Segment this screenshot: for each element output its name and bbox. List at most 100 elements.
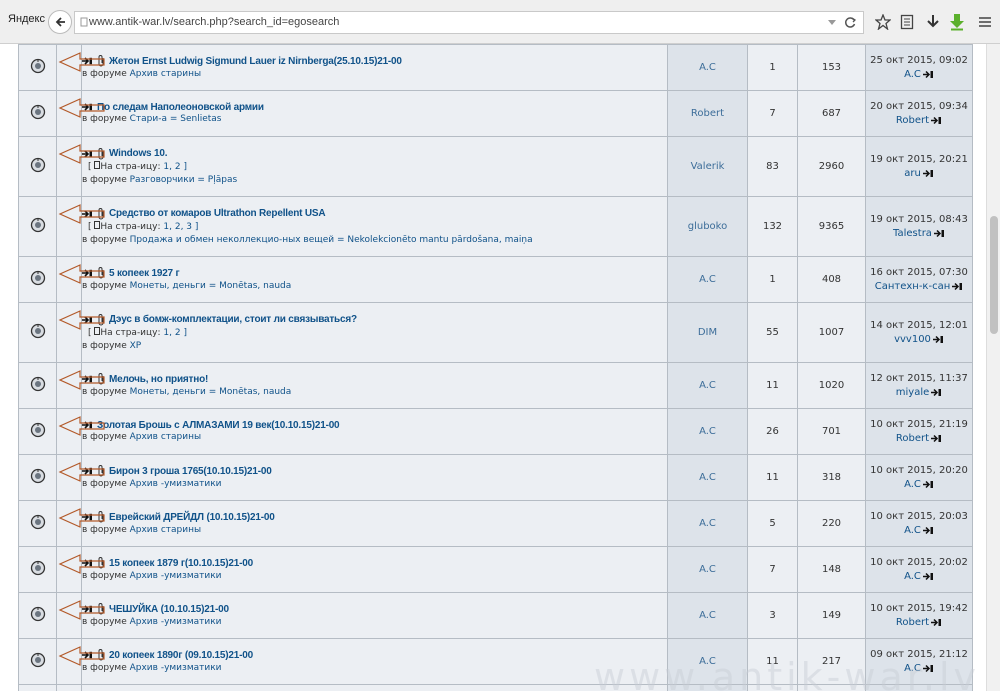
replies-count: 1	[747, 256, 798, 303]
last-post-author[interactable]: A.C	[904, 478, 934, 492]
last-post-icon[interactable]	[931, 434, 942, 443]
topic-cell: 15 копеек 1879 г(10.10.15)21-00 в форуме…	[58, 546, 668, 593]
scrollbar[interactable]	[986, 44, 1000, 691]
page-links[interactable]: 1, 2, 3 ]	[163, 222, 198, 232]
last-post-icon[interactable]	[931, 388, 942, 397]
last-post-icon[interactable]	[922, 169, 934, 178]
topic-title-link[interactable]: Дэус в бомж-комплектации, стоит ли связы…	[109, 314, 357, 325]
replies-count: 5	[747, 500, 798, 547]
forum-link[interactable]: XP	[130, 341, 142, 351]
last-post-author[interactable]: A.C	[904, 570, 934, 584]
author-link[interactable]: A.C	[667, 546, 748, 593]
forum-link[interactable]: Продажа и обмен неколлекцио-ных вещей = …	[130, 235, 533, 245]
topic-icon-cell	[18, 408, 57, 455]
forum-link[interactable]: Архив старины	[130, 525, 201, 535]
author-link[interactable]: gluboko	[667, 196, 748, 257]
topic-status-icon	[30, 514, 45, 530]
last-post-author[interactable]: A.C	[904, 662, 934, 676]
topic-row: Еврейский ДРЕЙДЛ (10.10.15)21-00 в форум…	[18, 500, 973, 547]
last-post-author[interactable]: A.C	[904, 524, 934, 538]
green-download-icon[interactable]	[948, 13, 966, 31]
forum-link[interactable]: Архив -умизматики	[130, 571, 222, 581]
topic-title-link[interactable]: Windows 10.	[109, 148, 167, 159]
forum-link[interactable]: Архив -умизматики	[130, 663, 222, 673]
page-links[interactable]: 1, 2 ]	[163, 328, 187, 338]
topic-title-link[interactable]: 5 копеек 1927 г	[109, 268, 180, 279]
last-post-author[interactable]: Robert	[896, 616, 942, 630]
author-link[interactable]: A.C	[667, 638, 748, 685]
author-link[interactable]: A.C	[667, 44, 748, 91]
topic-title-link[interactable]: 15 копеек 1879 г(10.10.15)21-00	[109, 558, 253, 569]
forum-link[interactable]: Монеты, деньги = Monētas, nauda	[130, 387, 292, 397]
last-post-author[interactable]: Talestra	[893, 227, 945, 241]
last-post-icon[interactable]	[932, 335, 944, 344]
last-post-author[interactable]: Robert	[896, 114, 942, 128]
last-post-cell: 14 окт 2015, 12:01 vvv100	[865, 302, 973, 363]
topic-title-link[interactable]: Еврейский ДРЕЙДЛ (10.10.15)21-00	[109, 512, 275, 523]
topic-title-link[interactable]: По следам Наполеоновской армии	[97, 102, 264, 113]
author-link[interactable]: A.C	[667, 592, 748, 639]
last-post-author[interactable]: vvv100	[894, 333, 944, 347]
title-line: Жетон Ernst Ludwig Sigmund Lauer iz Nirn…	[82, 54, 667, 68]
forum-link[interactable]: Архив старины	[130, 432, 201, 442]
chevron-down-icon[interactable]	[827, 17, 837, 27]
author-link[interactable]: A.C	[667, 454, 748, 501]
title-line: Мелочь, но приятно!	[82, 372, 667, 386]
topic-title-link[interactable]: Бирон 3 гроша 1765(10.10.15)21-00	[109, 466, 272, 477]
last-post-icon[interactable]	[922, 526, 934, 535]
last-post-date: 09 окт 2015, 21:12	[870, 648, 968, 660]
scroll-thumb[interactable]	[990, 216, 998, 334]
topic-cell	[81, 684, 668, 691]
bookmark-star-icon[interactable]	[874, 13, 892, 31]
last-post-author[interactable]: Robert	[896, 432, 942, 446]
bookmarks-list-icon[interactable]	[898, 13, 916, 31]
reload-icon[interactable]	[844, 16, 857, 29]
author-link[interactable]: Robert	[667, 90, 748, 137]
annotation-arrow-icon	[58, 554, 105, 574]
author-link[interactable]: A.C	[667, 256, 748, 303]
menu-icon[interactable]	[976, 13, 994, 31]
last-post-author[interactable]: A.C	[904, 68, 934, 82]
last-post-icon[interactable]	[922, 572, 934, 581]
last-post-icon[interactable]	[931, 116, 942, 125]
replies-count: 55	[747, 302, 798, 363]
topic-status-icon	[30, 422, 45, 438]
forum-link[interactable]: Стари-а = Senlietas	[130, 114, 222, 124]
last-post-icon[interactable]	[922, 480, 934, 489]
topic-cell: Средство от комаров Ultrathon Repellent …	[58, 196, 668, 257]
last-post-author[interactable]: miyale	[896, 386, 943, 400]
page-links[interactable]: 1, 2 ]	[163, 162, 187, 172]
topic-title-link[interactable]: Мелочь, но приятно!	[109, 374, 208, 385]
topic-title-link[interactable]: Золотая Брошь с АЛМАЗАМИ 19 век(10.10.15…	[97, 420, 340, 431]
topic-title-link[interactable]: Средство от комаров Ultrathon Repellent …	[109, 208, 326, 219]
topic-row: Жетон Ernst Ludwig Sigmund Lauer iz Nirn…	[18, 44, 973, 91]
forum-link[interactable]: Архив старины	[130, 69, 201, 79]
last-post-cell: 20 окт 2015, 09:34 Robert	[865, 90, 973, 137]
replies-count: 3	[747, 592, 798, 639]
author-link[interactable]: A.C	[667, 500, 748, 547]
last-post-icon[interactable]	[922, 70, 934, 79]
last-post-author[interactable]: aru	[904, 167, 934, 181]
back-button[interactable]	[48, 10, 72, 34]
author-link[interactable]: A.C	[667, 408, 748, 455]
topic-row: Бирон 3 гроша 1765(10.10.15)21-00 в фору…	[18, 454, 973, 501]
topic-title-link[interactable]: Жетон Ernst Ludwig Sigmund Lauer iz Nirn…	[109, 56, 402, 67]
last-post-icon[interactable]	[933, 229, 945, 238]
address-bar[interactable]: www.antik-war.lv/search.php?search_id=eg…	[74, 11, 864, 34]
last-post-icon[interactable]	[931, 618, 942, 627]
last-post-icon[interactable]	[922, 664, 934, 673]
author-link[interactable]: A.C	[667, 362, 748, 409]
topic-row: 15 копеек 1879 г(10.10.15)21-00 в форуме…	[18, 546, 973, 593]
forum-link[interactable]: Архив -умизматики	[130, 479, 222, 489]
last-post-author[interactable]: Сантехн-к-сан	[875, 280, 964, 294]
forum-link[interactable]: Архив -умизматики	[130, 617, 222, 627]
last-post-icon[interactable]	[952, 282, 963, 291]
author-link[interactable]: DIM	[667, 302, 748, 363]
forum-link[interactable]: Разговорчики = Pļāpas	[130, 175, 238, 185]
download-icon[interactable]	[924, 13, 942, 31]
forum-link[interactable]: Монеты, деньги = Monētas, nauda	[130, 281, 292, 291]
topic-title-link[interactable]: 20 копеек 1890г (09.10.15)21-00	[109, 650, 253, 661]
views-count: 148	[797, 546, 866, 593]
author-link[interactable]: Valerik	[667, 136, 748, 197]
topic-title-link[interactable]: ЧЕШУЙКА (10.10.15)21-00	[109, 604, 229, 615]
